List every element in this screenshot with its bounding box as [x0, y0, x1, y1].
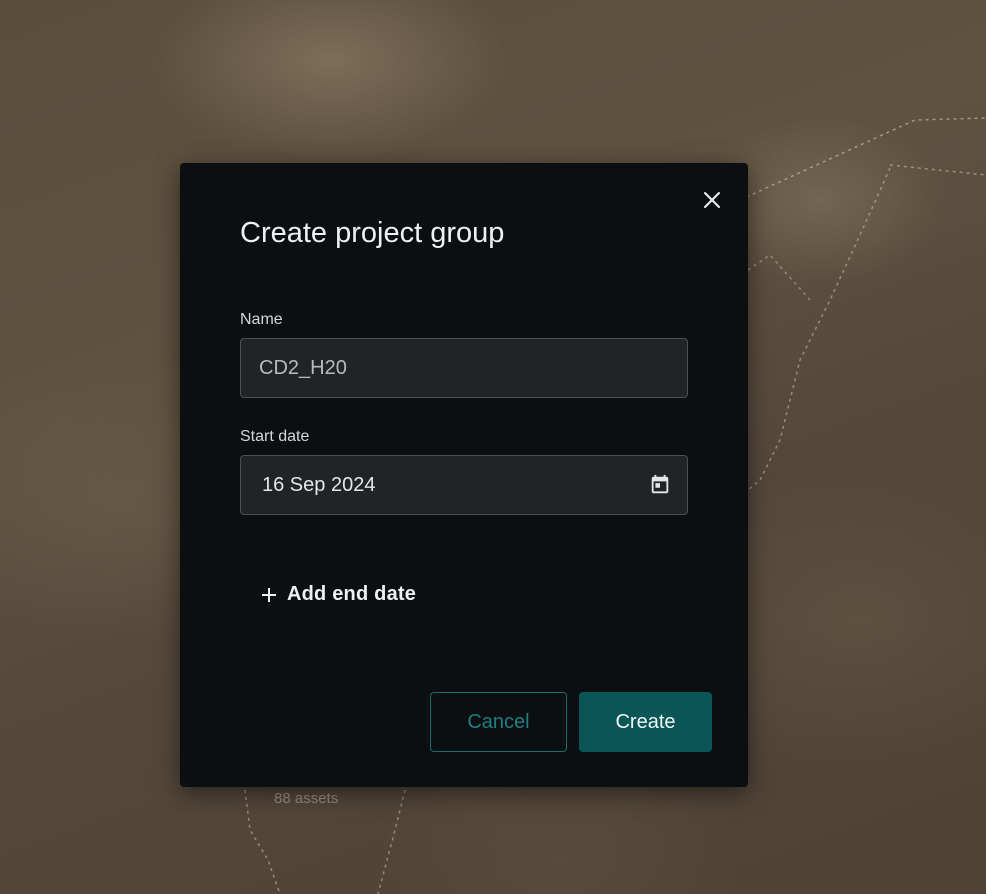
name-field[interactable]	[240, 338, 688, 398]
map-asset-count-label: 88 assets	[274, 790, 339, 807]
plus-icon	[262, 587, 276, 602]
create-button[interactable]: Create	[579, 692, 712, 752]
name-field-label: Name	[240, 311, 283, 328]
add-end-date-button[interactable]: Add end date	[260, 583, 416, 606]
start-date-field[interactable]	[240, 455, 688, 515]
add-end-date-label: Add end date	[287, 583, 417, 605]
dialog-title: Create project group	[240, 217, 505, 249]
calendar-icon[interactable]	[649, 474, 671, 496]
start-date-field-label: Start date	[240, 428, 310, 445]
cancel-button[interactable]: Cancel	[430, 692, 567, 752]
close-icon	[704, 192, 720, 208]
close-button[interactable]	[698, 186, 726, 214]
start-date-input[interactable]	[241, 456, 687, 514]
name-input[interactable]	[241, 339, 687, 397]
create-project-group-dialog: Create project group Name Start date Add…	[180, 163, 748, 787]
